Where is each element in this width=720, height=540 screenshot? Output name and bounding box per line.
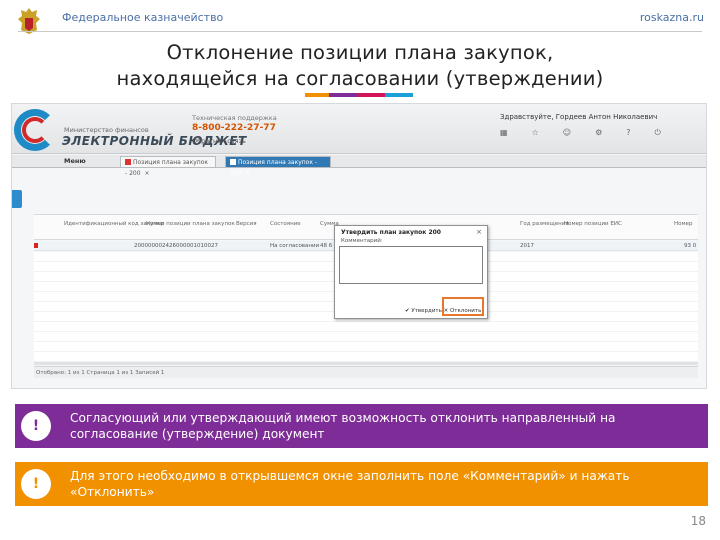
- document-icon: [230, 159, 236, 165]
- accent-bar-orange: [305, 93, 329, 97]
- warning-icon: [34, 243, 38, 248]
- cell-sum: 48 6: [320, 243, 333, 249]
- user-greeting: Здравствуйте, Гордеев Антон Николаевич: [500, 113, 658, 121]
- title-line-2: находящейся на согласовании (утверждении…: [116, 67, 604, 90]
- cell-right: 93 0: [684, 243, 697, 249]
- title-line-1: Отклонение позиции плана закупок,: [166, 41, 554, 64]
- column-header[interactable]: Номер позиции плана закупок: [146, 221, 235, 227]
- support-label: Техническая поддержка: [192, 114, 277, 122]
- grid-status-bar: Отобрано: 1 из 1 Страница 1 из 1 Записей…: [34, 366, 698, 378]
- cell-year: 2017: [520, 243, 534, 249]
- close-icon[interactable]: ×: [245, 170, 250, 177]
- column-header[interactable]: Номер позиции ЕИС: [564, 221, 622, 227]
- support-phone: 8-800-222-27-77: [192, 123, 276, 133]
- close-icon[interactable]: ×: [476, 228, 482, 236]
- app-logo-subtitle: Министерство финансов: [64, 126, 149, 134]
- accent-bar-blue: [385, 93, 413, 97]
- tab-plan-position-active[interactable]: Позиция плана закупок - 200 ×: [225, 156, 331, 177]
- page-number: 18: [690, 514, 706, 528]
- star-icon[interactable]: ☆: [532, 128, 539, 138]
- toolbar-icons: ▦ ☆ ☺ ⚙ ? ⏻: [500, 128, 661, 138]
- help-icon[interactable]: ?: [626, 128, 630, 138]
- user-icon[interactable]: ☺: [563, 128, 571, 138]
- app-screenshot: Министерство финансов ЭЛЕКТРОННЫЙ БЮДЖЕТ…: [11, 103, 707, 389]
- note-orange: ! Для этого необходимо в открывшемся окн…: [15, 462, 708, 506]
- app-logo-inner-icon: [22, 117, 48, 143]
- accent-bar-purple: [329, 93, 357, 97]
- note-text: Согласующий или утверждающий имеют возмо…: [70, 411, 616, 441]
- note-text: Для этого необходимо в открывшемся окне …: [70, 469, 630, 499]
- cell-code: 200000002426000001010027: [134, 243, 218, 249]
- app-header: Министерство финансов ЭЛЕКТРОННЫЙ БЮДЖЕТ…: [12, 104, 706, 154]
- exclamation-icon: !: [21, 469, 51, 499]
- grid-icon[interactable]: ▦: [500, 128, 508, 138]
- column-header[interactable]: Год размещения: [520, 221, 569, 227]
- column-header[interactable]: Состояние: [270, 221, 301, 227]
- horizontal-scrollbar[interactable]: [34, 362, 698, 365]
- feedback-link[interactable]: Обратная связь: [192, 137, 246, 145]
- header-divider: [18, 31, 702, 32]
- logout-icon[interactable]: ⏻: [655, 128, 661, 138]
- organization-name: Федеральное казначейство: [62, 11, 224, 24]
- comment-label: Комментарий:: [341, 238, 383, 244]
- comment-input[interactable]: [339, 246, 483, 284]
- exclamation-icon: !: [21, 411, 51, 441]
- tab-label: Позиция плана закупок - 200: [230, 159, 318, 177]
- dialog-title: Утвердить план закупок 200: [341, 229, 441, 236]
- tab-label: Позиция плана закупок - 200: [125, 159, 208, 177]
- reject-button-highlight: [442, 297, 484, 316]
- close-icon[interactable]: ×: [145, 170, 150, 177]
- app-tabbar: Меню Позиция плана закупок - 200 × Позици…: [12, 155, 706, 177]
- settings-icon[interactable]: ⚙: [595, 128, 602, 138]
- accent-bar-pink: [357, 93, 385, 97]
- document-icon: [125, 159, 131, 165]
- tab-plan-position[interactable]: Позиция плана закупок - 200 ×: [120, 156, 216, 177]
- menu-button[interactable]: Меню: [64, 157, 86, 165]
- column-header[interactable]: Номер: [674, 221, 693, 227]
- side-panel-toggle[interactable]: [12, 190, 22, 208]
- website-link[interactable]: roskazna.ru: [640, 11, 704, 24]
- cell-status: На согласовании: [270, 243, 320, 249]
- column-header[interactable]: Версия: [236, 221, 257, 227]
- note-purple: ! Согласующий или утверждающий имеют воз…: [15, 404, 708, 448]
- slide-title: Отклонение позиции плана закупок, находя…: [0, 40, 720, 92]
